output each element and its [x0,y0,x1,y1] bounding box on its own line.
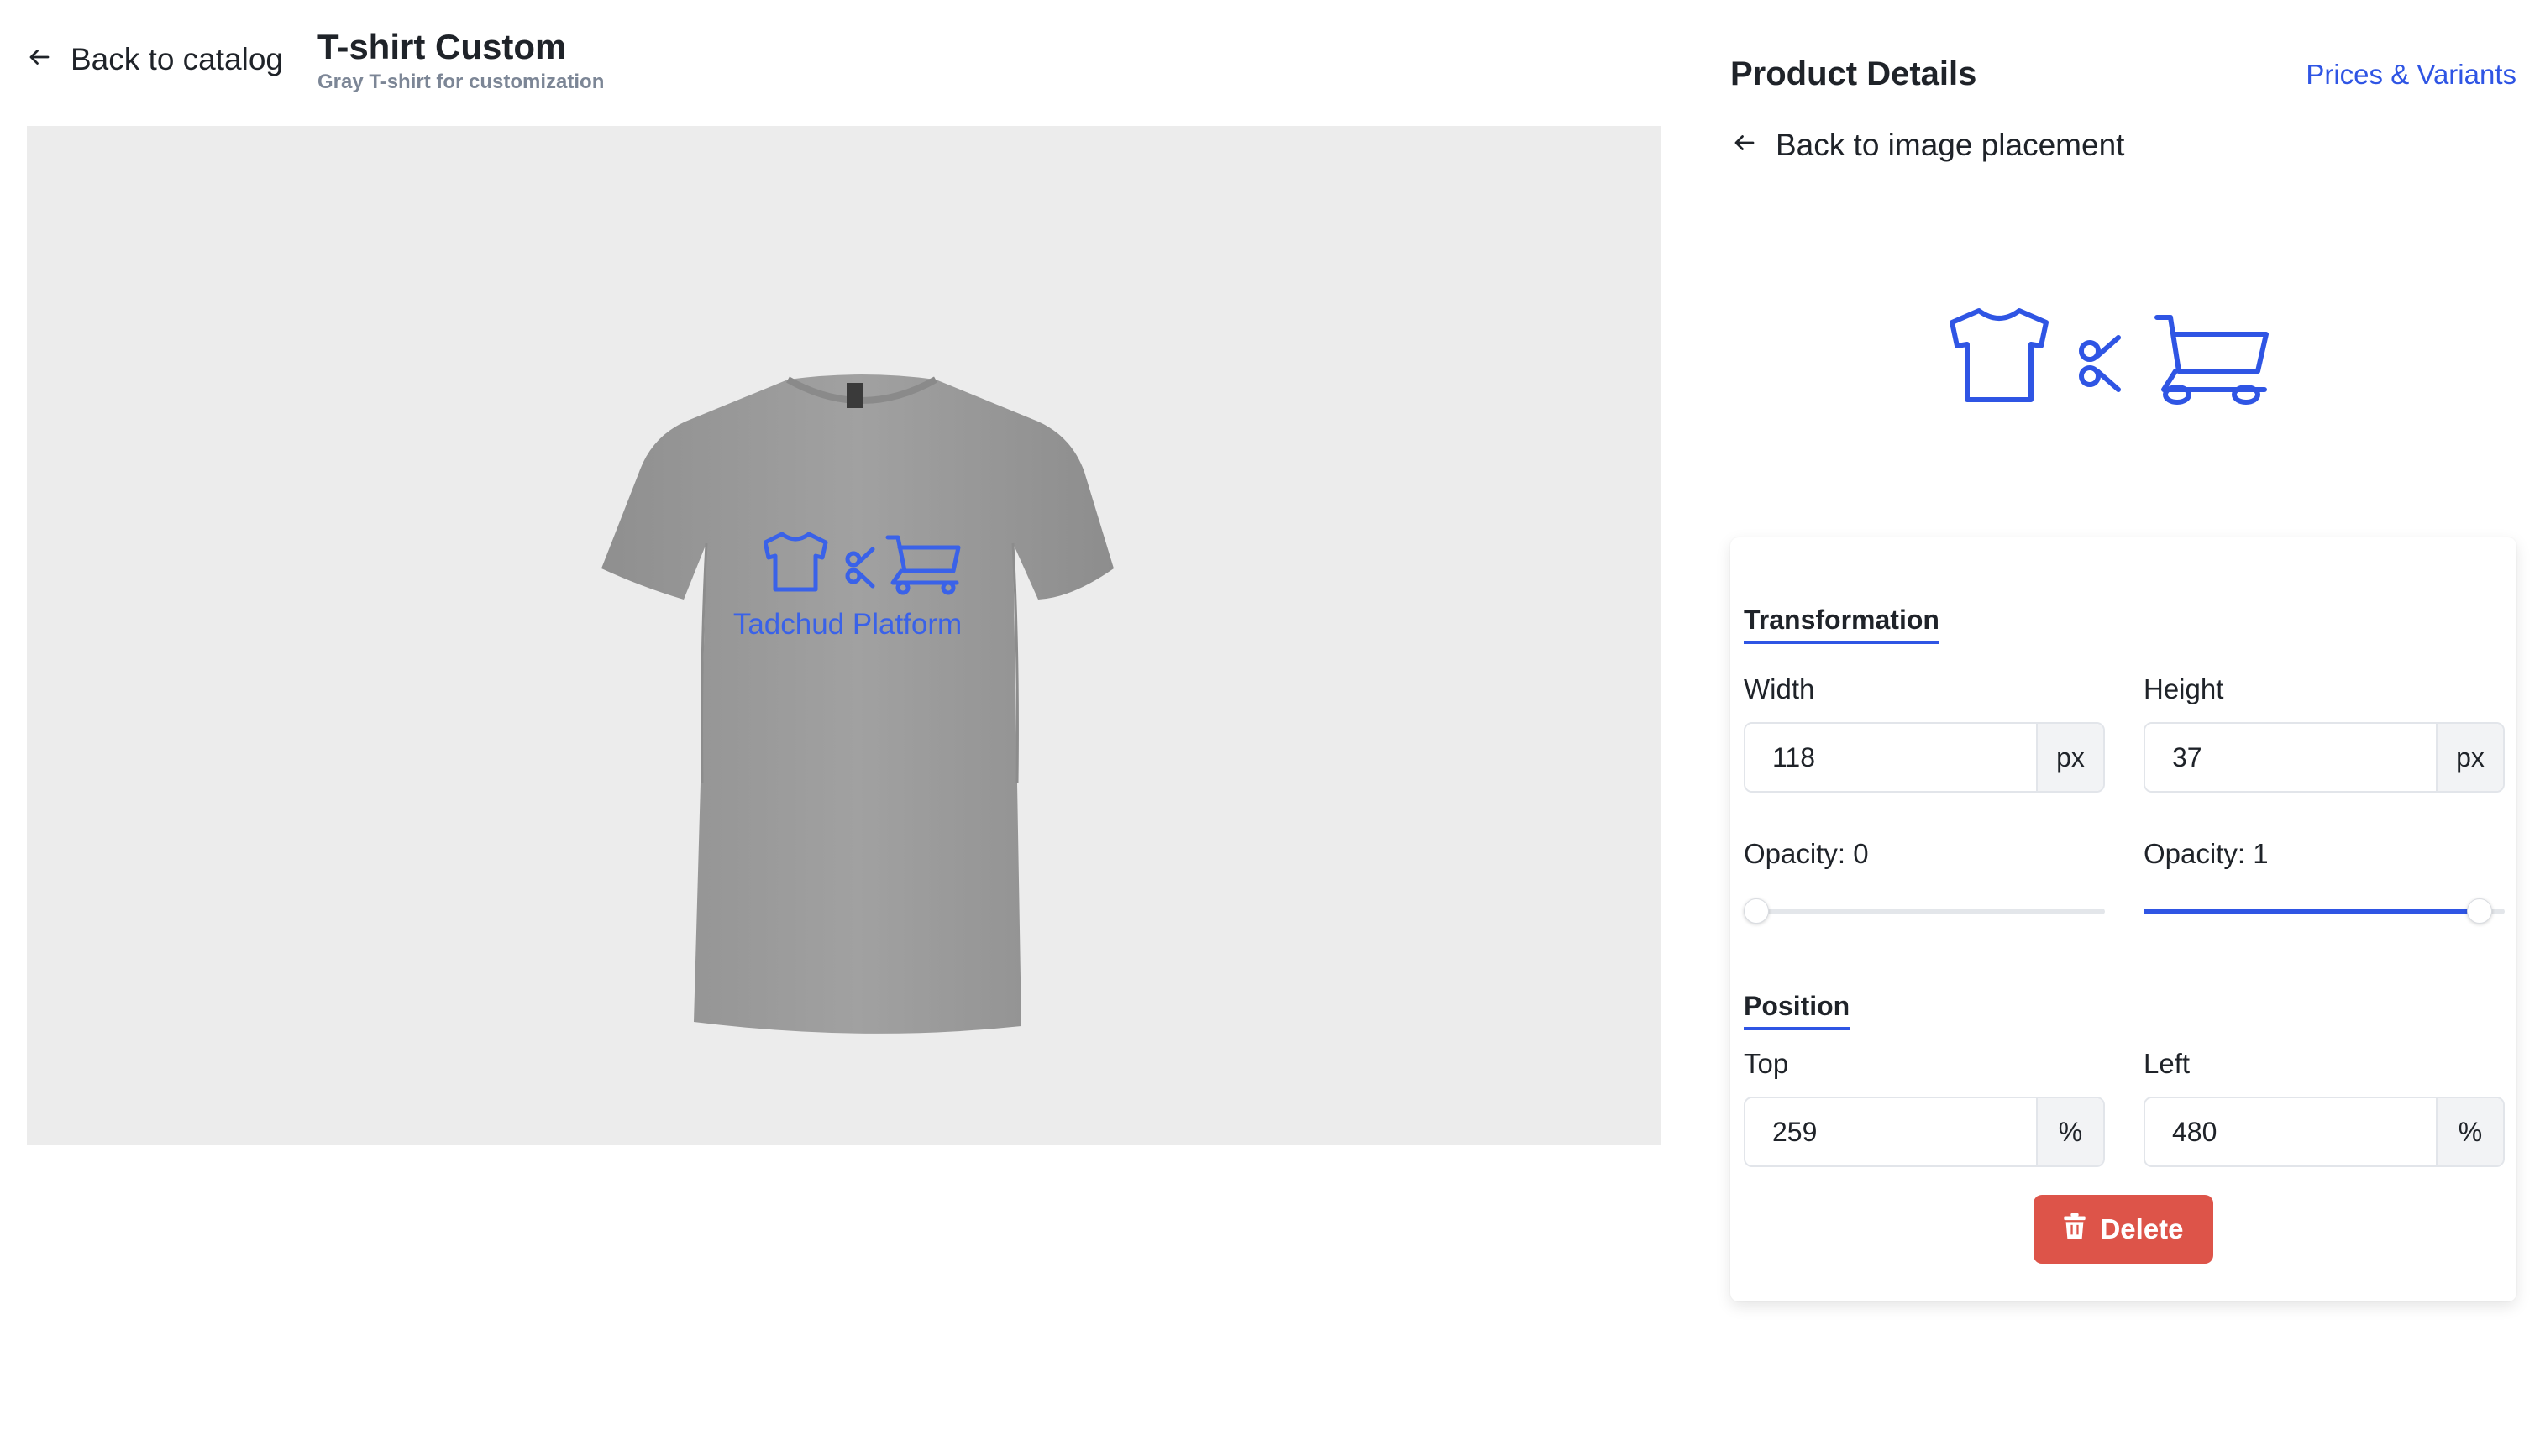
delete-label: Delete [2100,1213,2184,1244]
slider-track [1744,909,2105,914]
top-field-group: % [1744,1097,2105,1167]
back-to-image-placement-link[interactable]: Back to image placement [1732,128,2124,163]
arrow-left-icon [1732,128,1757,163]
width-label: Width [1744,673,1815,704]
left-field-group: % [2144,1097,2505,1167]
transformation-section-title: Transformation [1744,605,1939,644]
opacity-right-slider[interactable] [2144,898,2505,924]
width-field-group: px [1744,722,2105,793]
left-label: Left [2144,1048,2191,1079]
slider-fill [2144,909,2480,914]
design-logo-icon [764,532,961,595]
opacity-left-label: Opacity: 0 [1744,838,1869,869]
left-input[interactable] [2145,1098,2436,1165]
back-to-catalog-label: Back to catalog [71,42,283,76]
design-canvas[interactable]: Tadchud Platform [27,126,1661,1145]
slider-thumb[interactable] [2467,898,2492,924]
left-unit: % [2436,1098,2503,1165]
width-unit: px [2036,724,2103,791]
top-input[interactable] [1745,1098,2036,1165]
arrow-left-icon [27,42,52,77]
position-section-title: Position [1744,991,1850,1030]
trash-icon [2063,1213,2086,1245]
top-unit: % [2036,1098,2103,1165]
scissors-icon [2079,335,2121,392]
width-input[interactable] [1745,724,2036,791]
product-subtitle: Gray T-shirt for customization [318,71,605,93]
opacity-left-slider[interactable] [1744,898,2105,924]
cart-icon [2154,315,2269,405]
placed-design[interactable]: Tadchud Platform [713,529,982,663]
tshirt-icon [1950,308,2049,402]
slider-thumb[interactable] [1744,898,1769,924]
panel-title: Product Details [1730,55,1977,92]
back-to-catalog-link[interactable]: Back to catalog [27,42,283,77]
height-input[interactable] [2145,724,2436,791]
back-to-image-placement-label: Back to image placement [1776,128,2125,162]
tshirt-image [601,374,1114,1034]
height-field-group: px [2144,722,2505,793]
product-title: T-shirt Custom [318,27,567,66]
logo-preview-icon [1950,308,2269,405]
height-label: Height [2144,673,2224,704]
prices-variants-link[interactable]: Prices & Variants [2306,59,2516,91]
delete-button[interactable]: Delete [2034,1195,2213,1264]
design-text: Tadchud Platform [732,608,963,641]
top-label: Top [1744,1048,1789,1079]
height-unit: px [2436,724,2503,791]
opacity-right-label: Opacity: 1 [2144,838,2269,869]
transformation-card: Transformation Width px Height px Opacit… [1730,537,2516,1301]
